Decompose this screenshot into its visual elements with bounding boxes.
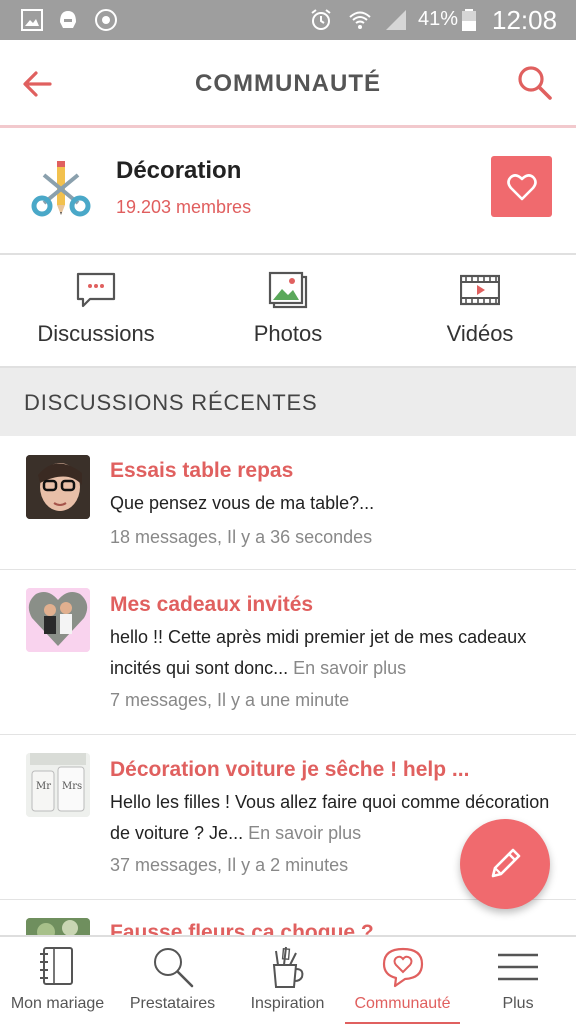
avatar: Mr Mrs bbox=[26, 753, 90, 817]
community-name: Décoration bbox=[116, 157, 242, 184]
discussion-excerpt: Que pensez vous de ma table?... bbox=[110, 488, 556, 519]
battery-percent: 41% bbox=[418, 8, 459, 30]
discussion-meta: 37 messages, Il y a 2 minutes bbox=[110, 855, 349, 875]
nav-inspiration[interactable]: Inspiration bbox=[230, 937, 345, 1024]
read-more-link[interactable]: En savoir plus bbox=[293, 658, 406, 678]
member-count: 19.203 membres bbox=[116, 197, 252, 217]
signal-icon bbox=[386, 10, 406, 30]
list-item[interactable]: Essais table repas Que pensez vous de ma… bbox=[0, 436, 576, 570]
tab-videos[interactable]: Vidéos bbox=[384, 255, 576, 368]
list-item[interactable]: Mes cadeaux invités hello !! Cette après… bbox=[0, 570, 576, 735]
nav-label: Mon mariage bbox=[10, 995, 105, 1012]
community-tabs: Discussions Photos Vidéos bbox=[0, 255, 576, 368]
excerpt-text: Que pensez vous de ma table?... bbox=[110, 493, 375, 513]
svg-text:Mr: Mr bbox=[36, 781, 51, 792]
discussion-meta: 7 messages, Il y a une minute bbox=[110, 690, 350, 710]
avatar bbox=[26, 588, 90, 652]
page-title: COMMUNAUTÉ bbox=[195, 70, 381, 97]
nav-label: Prestataires bbox=[129, 995, 216, 1012]
svg-text:Mrs: Mrs bbox=[62, 781, 82, 792]
search-icon bbox=[154, 948, 194, 988]
video-icon bbox=[460, 274, 500, 306]
helmet-icon bbox=[60, 11, 76, 28]
community-header: Décoration 19.203 membres bbox=[0, 131, 576, 255]
favorite-button[interactable] bbox=[491, 156, 552, 217]
app-bar: COMMUNAUTÉ bbox=[0, 40, 576, 128]
scissors-pencil-icon bbox=[31, 161, 91, 217]
alarm-icon bbox=[311, 9, 331, 30]
wifi-icon bbox=[349, 11, 371, 29]
nav-prestataires[interactable]: Prestataires bbox=[115, 937, 230, 1024]
pencil-icon bbox=[491, 848, 521, 878]
tab-discussions[interactable]: Discussions bbox=[0, 255, 192, 368]
notebook-icon bbox=[40, 947, 73, 985]
status-bar: 41% 12:08 bbox=[0, 0, 576, 40]
read-more-link[interactable]: En savoir plus bbox=[248, 823, 361, 843]
photos-icon bbox=[268, 271, 308, 309]
discussion-excerpt: hello !! Cette après midi premier jet de… bbox=[110, 622, 556, 684]
avatar bbox=[26, 455, 90, 519]
battery-icon bbox=[462, 9, 476, 31]
bottom-navigation: Mon mariage Prestataires Inspiration Com… bbox=[0, 935, 576, 1024]
nav-label: Plus bbox=[502, 995, 534, 1012]
tab-label: Vidéos bbox=[446, 321, 514, 346]
image-icon bbox=[21, 9, 43, 31]
clock: 12:08 bbox=[492, 5, 558, 35]
settings-badge-icon bbox=[95, 9, 117, 31]
tab-label: Photos bbox=[253, 321, 323, 346]
nav-plus[interactable]: Plus bbox=[460, 937, 576, 1024]
discussion-title: Décoration voiture je sêche ! help ... bbox=[110, 758, 470, 781]
nav-label: Communauté bbox=[354, 995, 451, 1012]
chat-bubble-icon bbox=[76, 272, 116, 308]
app-screen: 41% 12:08 COMMUNAUTÉ Décoration 19.203 m… bbox=[0, 0, 576, 1024]
discussion-title: Mes cadeaux invités bbox=[110, 593, 314, 616]
heart-bubble-icon bbox=[382, 947, 424, 988]
search-icon[interactable] bbox=[516, 64, 554, 102]
heart-icon bbox=[506, 173, 537, 200]
nav-label: Inspiration bbox=[250, 995, 325, 1012]
tab-label: Discussions bbox=[37, 321, 155, 346]
menu-icon bbox=[498, 953, 538, 981]
pencil-cup-icon bbox=[272, 946, 304, 988]
section-header: DISCUSSIONS RÉCENTES bbox=[0, 368, 576, 436]
discussion-meta: 18 messages, Il y a 36 secondes bbox=[110, 527, 373, 547]
tab-photos[interactable]: Photos bbox=[192, 255, 384, 368]
nav-mon-mariage[interactable]: Mon mariage bbox=[0, 937, 115, 1024]
new-discussion-button[interactable] bbox=[460, 819, 550, 909]
section-title: DISCUSSIONS RÉCENTES bbox=[24, 390, 318, 415]
discussion-title: Essais table repas bbox=[110, 459, 294, 482]
nav-communaute[interactable]: Communauté bbox=[345, 937, 460, 1024]
